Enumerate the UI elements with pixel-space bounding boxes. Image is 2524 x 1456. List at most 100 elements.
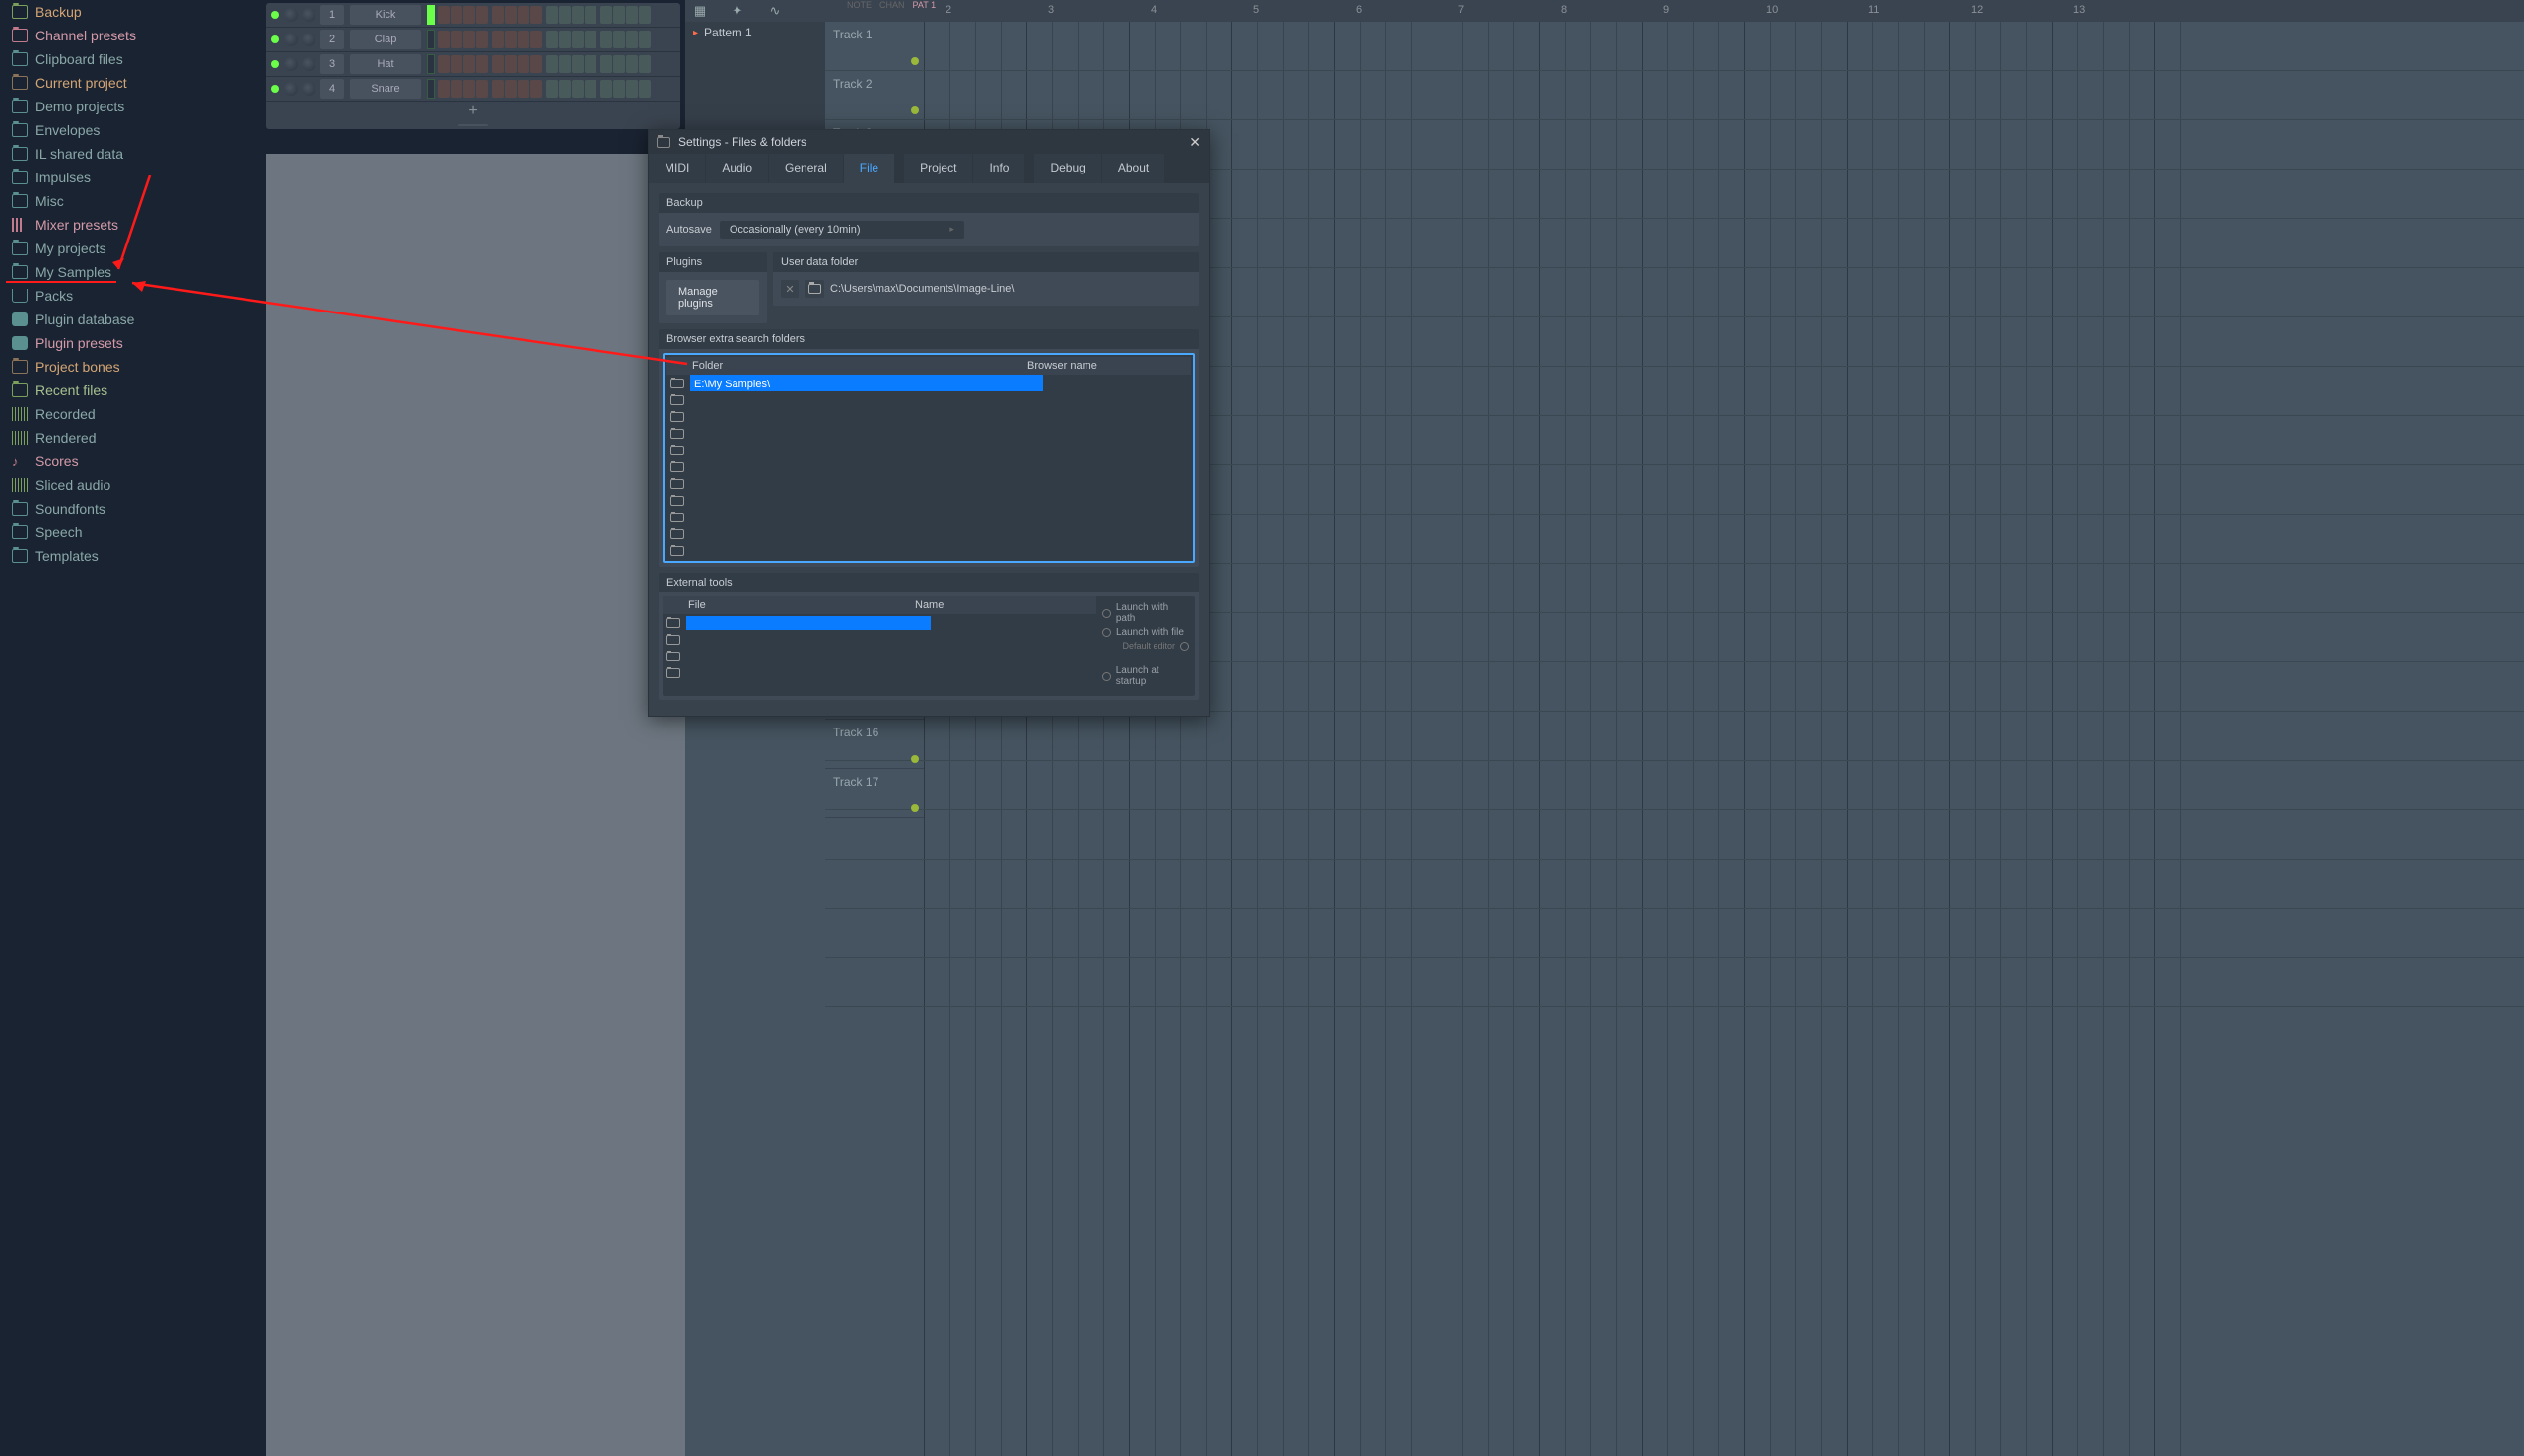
- step-button[interactable]: [505, 80, 517, 98]
- step-button[interactable]: [451, 6, 462, 24]
- folder-row-empty[interactable]: [666, 442, 1191, 458]
- tab-debug[interactable]: Debug: [1034, 154, 1100, 183]
- tab-midi[interactable]: MIDI: [649, 154, 705, 183]
- channel-pan-knob[interactable]: [284, 82, 298, 96]
- launch-with-path-option[interactable]: Launch with path: [1102, 602, 1189, 624]
- browser-item-scores[interactable]: ♪Scores: [0, 450, 256, 473]
- step-button[interactable]: [559, 80, 571, 98]
- browser-item-misc[interactable]: Misc: [0, 189, 256, 213]
- browser-item-channel-presets[interactable]: Channel presets: [0, 24, 256, 47]
- step-sequencer[interactable]: [438, 80, 651, 98]
- step-button[interactable]: [559, 55, 571, 73]
- timeline-mode-tabs[interactable]: NOTE CHAN PAT 1: [847, 0, 936, 10]
- default-editor-option[interactable]: Default editor: [1102, 641, 1189, 651]
- tab-info[interactable]: Info: [973, 154, 1024, 183]
- playlist-snap-icon[interactable]: ✦: [729, 4, 746, 18]
- channel-number[interactable]: 2: [320, 30, 344, 49]
- launch-at-startup-option[interactable]: Launch at startup: [1102, 665, 1189, 687]
- channel-rack-resize-handle[interactable]: [266, 121, 680, 129]
- browser-item-recorded[interactable]: Recorded: [0, 402, 256, 426]
- step-button[interactable]: [438, 55, 450, 73]
- timeline-ruler[interactable]: NOTE CHAN PAT 1 2345678910111213: [924, 0, 2524, 22]
- autosave-dropdown[interactable]: Occasionally (every 10min) ▸: [720, 221, 964, 239]
- browser-item-current-project[interactable]: Current project: [0, 71, 256, 95]
- channel-number[interactable]: 1: [320, 5, 344, 25]
- step-button[interactable]: [613, 80, 625, 98]
- browser-item-backup[interactable]: Backup: [0, 0, 256, 24]
- step-button[interactable]: [546, 55, 558, 73]
- channel-vol-knob[interactable]: [302, 57, 316, 71]
- step-button[interactable]: [438, 6, 450, 24]
- ruler-mode-note[interactable]: NOTE: [847, 0, 872, 10]
- step-button[interactable]: [463, 6, 475, 24]
- step-button[interactable]: [626, 6, 638, 24]
- add-channel-button[interactable]: +: [266, 102, 680, 121]
- folder-row-empty[interactable]: [666, 458, 1191, 475]
- ext-row-empty[interactable]: [663, 631, 1096, 648]
- channel-name-button[interactable]: Snare: [350, 79, 421, 99]
- step-button[interactable]: [505, 55, 517, 73]
- step-button[interactable]: [600, 31, 612, 48]
- step-button[interactable]: [572, 80, 584, 98]
- clear-path-button[interactable]: ✕: [781, 280, 799, 298]
- browser-item-clipboard-files[interactable]: Clipboard files: [0, 47, 256, 71]
- folder-row-empty[interactable]: [666, 425, 1191, 442]
- browser-item-mixer-presets[interactable]: Mixer presets: [0, 213, 256, 237]
- step-button[interactable]: [613, 6, 625, 24]
- channel-mute-led[interactable]: [271, 85, 279, 93]
- step-button[interactable]: [639, 31, 651, 48]
- ext-row-empty[interactable]: [663, 664, 1096, 681]
- step-button[interactable]: [505, 31, 517, 48]
- step-button[interactable]: [585, 80, 596, 98]
- step-button[interactable]: [546, 31, 558, 48]
- channel-vol-knob[interactable]: [302, 33, 316, 46]
- channel-number[interactable]: 4: [320, 79, 344, 99]
- step-button[interactable]: [613, 31, 625, 48]
- step-button[interactable]: [585, 6, 596, 24]
- browser-item-my-projects[interactable]: My projects: [0, 237, 256, 260]
- step-button[interactable]: [613, 55, 625, 73]
- launch-with-file-option[interactable]: Launch with file: [1102, 627, 1189, 638]
- ext-row-selected[interactable]: [663, 614, 1096, 631]
- step-button[interactable]: [600, 80, 612, 98]
- step-button[interactable]: [585, 31, 596, 48]
- folder-row-empty[interactable]: [666, 525, 1191, 542]
- folder-row-empty[interactable]: [666, 391, 1191, 408]
- step-button[interactable]: [451, 55, 462, 73]
- tab-project[interactable]: Project: [904, 154, 972, 183]
- step-button[interactable]: [518, 6, 529, 24]
- step-button[interactable]: [492, 31, 504, 48]
- step-button[interactable]: [476, 80, 488, 98]
- browser-item-envelopes[interactable]: Envelopes: [0, 118, 256, 142]
- dialog-titlebar[interactable]: Settings - Files & folders ✕: [649, 130, 1209, 154]
- step-button[interactable]: [476, 31, 488, 48]
- step-button[interactable]: [530, 55, 542, 73]
- step-button[interactable]: [626, 55, 638, 73]
- tab-file[interactable]: File: [844, 154, 894, 183]
- step-button[interactable]: [530, 80, 542, 98]
- ext-row-empty[interactable]: [663, 648, 1096, 664]
- close-button[interactable]: ✕: [1189, 134, 1201, 151]
- folder-row-empty[interactable]: [666, 542, 1191, 559]
- browser-item-templates[interactable]: Templates: [0, 544, 256, 568]
- browser-item-project-bones[interactable]: Project bones: [0, 355, 256, 379]
- browser-item-speech[interactable]: Speech: [0, 520, 256, 544]
- channel-number[interactable]: 3: [320, 54, 344, 74]
- browser-item-sliced-audio[interactable]: Sliced audio: [0, 473, 256, 497]
- step-sequencer[interactable]: [438, 31, 651, 48]
- step-button[interactable]: [438, 80, 450, 98]
- step-button[interactable]: [505, 6, 517, 24]
- step-button[interactable]: [518, 31, 529, 48]
- channel-pan-knob[interactable]: [284, 57, 298, 71]
- step-button[interactable]: [518, 55, 529, 73]
- step-button[interactable]: [518, 80, 529, 98]
- step-sequencer[interactable]: [438, 6, 651, 24]
- manage-plugins-button[interactable]: Manage plugins: [666, 280, 759, 315]
- step-button[interactable]: [600, 55, 612, 73]
- browser-item-recent-files[interactable]: Recent files: [0, 379, 256, 402]
- channel-vol-knob[interactable]: [302, 82, 316, 96]
- step-button[interactable]: [626, 31, 638, 48]
- channel-name-button[interactable]: Hat: [350, 54, 421, 74]
- step-button[interactable]: [530, 31, 542, 48]
- track-header[interactable]: Track 16: [825, 720, 924, 769]
